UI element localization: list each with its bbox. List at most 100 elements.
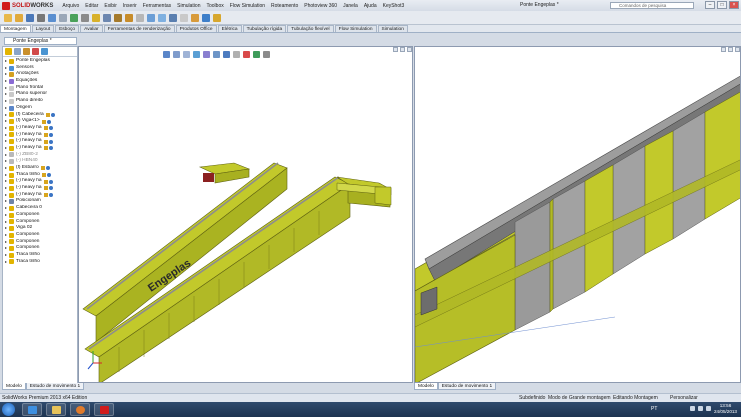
tray-arrow-icon[interactable] — [690, 406, 695, 411]
feature-tree-item[interactable]: ▸ (-) heavy ha — [5, 178, 77, 185]
mate-icon[interactable] — [103, 13, 111, 22]
menu-item-roteamento[interactable]: Roteamento — [268, 3, 301, 9]
feature-tree-item[interactable]: ▸ Anotações — [5, 71, 77, 78]
feature-tree-item[interactable]: ▸ Traca trilho — [5, 252, 77, 259]
feature-tree-item[interactable]: ▸ (f) Cabeceira — [5, 112, 77, 119]
menu-item-flow-simulation[interactable]: Flow Simulation — [227, 3, 268, 9]
feature-tree-item[interactable]: ▸ Componen — [5, 212, 77, 219]
bottom-tab-estudo-de-movimento-1[interactable]: Estudo de movimento 1 — [25, 383, 85, 390]
menu-item-arquivo[interactable]: Arquivo — [59, 3, 82, 9]
menu-item-inserir[interactable]: Inserir — [120, 3, 140, 9]
feature-tree-item[interactable]: ▸ Plano direito — [5, 98, 77, 105]
maximize-button[interactable]: □ — [717, 1, 727, 9]
bottom-tab-estudo-de-movimento-1[interactable]: Estudo de movimento 1 — [437, 383, 497, 390]
new-icon[interactable] — [4, 13, 12, 22]
tab-montagem[interactable]: Montagem — [0, 25, 31, 32]
configuration-manager-tab-icon[interactable] — [23, 48, 30, 55]
feature-tree-item[interactable]: ▸ Viga 02 — [5, 225, 77, 232]
feature-tree-item[interactable]: ▸ (-) heavy ha — [5, 125, 77, 132]
search-commands-input[interactable]: Comandos de pesquisa — [610, 2, 694, 9]
feature-manager-tab-icon[interactable] — [5, 48, 12, 55]
network-icon[interactable] — [698, 406, 703, 411]
select-icon[interactable] — [59, 13, 67, 22]
tab-avaliar[interactable]: Avaliar — [80, 25, 103, 32]
smart-fasteners-icon[interactable] — [114, 13, 122, 22]
start-button[interactable] — [2, 403, 15, 416]
insert-component-icon[interactable] — [92, 13, 100, 22]
feature-tree-item[interactable]: ▸ Componen — [5, 239, 77, 246]
feature-tree-item[interactable]: ▸ Componen — [5, 219, 77, 226]
feature-tree-item[interactable]: ▸ Componen — [5, 232, 77, 239]
instant3d-icon[interactable] — [202, 13, 210, 22]
new-motion-study-icon[interactable] — [169, 13, 177, 22]
open-icon[interactable] — [15, 13, 23, 22]
bill-of-materials-icon[interactable] — [180, 13, 188, 22]
menu-item-janela[interactable]: Janela — [340, 3, 361, 9]
dimxpert-tab-icon[interactable] — [32, 48, 39, 55]
feature-tree-item[interactable]: ▸ Equações — [5, 78, 77, 85]
feature-tree-item[interactable]: ▸ Traca trilho — [5, 259, 77, 266]
graphics-viewport-right[interactable] — [414, 46, 741, 383]
print-icon[interactable] — [37, 13, 45, 22]
feature-tree-item[interactable]: ▸ (-) heavy ha — [5, 185, 77, 192]
feature-tree-item[interactable]: ▸ Ponte Engeplas — [5, 58, 77, 65]
menu-item-toolbox[interactable]: Toolbox — [203, 3, 226, 9]
feature-tree-item[interactable]: ▸ Plano superior — [5, 91, 77, 98]
exploded-view-icon[interactable] — [191, 13, 199, 22]
tab-flow-simulation[interactable]: Flow Simulation — [334, 25, 377, 32]
taskbar-explorer[interactable] — [46, 403, 66, 416]
menu-item-photoview-360[interactable]: Photoview 360 — [301, 3, 340, 9]
volume-icon[interactable] — [706, 406, 711, 411]
feature-tree-item[interactable]: ▸ Componen — [5, 245, 77, 252]
tab-tubula-o-r-gida[interactable]: Tubulação rígida — [242, 25, 287, 32]
solidworks-logo[interactable]: SOLID WORKS — [0, 0, 55, 11]
menu-item-editar[interactable]: Editar — [82, 3, 101, 9]
tab-el-trica[interactable]: Elétrica — [217, 25, 242, 32]
taskbar-ie[interactable] — [22, 403, 42, 416]
tab-produtos-office[interactable]: Produtos Office — [175, 25, 217, 32]
menu-item-ajuda[interactable]: Ajuda — [361, 3, 380, 9]
taskbar-solidworks[interactable] — [94, 403, 114, 416]
feature-tree-item[interactable]: ▸ Sensors — [5, 65, 77, 72]
feature-tree-item[interactable]: ▸ (-) heavy ha — [5, 132, 77, 139]
feature-tree-item[interactable]: ▸ Traca trilho — [5, 172, 77, 179]
taskbar-clock[interactable]: 13:56 24/05/2013 — [714, 403, 737, 415]
property-manager-tab-icon[interactable] — [14, 48, 21, 55]
minimize-button[interactable]: – — [705, 1, 715, 9]
tab-simulation[interactable]: Simulation — [377, 25, 408, 32]
taskbar-firefox[interactable] — [70, 403, 90, 416]
feature-tree-item[interactable]: ▸ Posicionam — [5, 198, 77, 205]
input-language[interactable]: PT — [651, 406, 657, 412]
assembly-features-icon[interactable] — [147, 13, 155, 22]
feature-tree-item[interactable]: ▸ Origem — [5, 105, 77, 112]
feature-tree-item[interactable]: ▸ (-) ZB80-2 — [5, 152, 77, 159]
tab-tubula-o-flex-vel[interactable]: Tubulação flexível — [287, 25, 334, 32]
tab-ferramentas-de-renderiza-o[interactable]: Ferramentas de renderização — [103, 25, 175, 32]
feature-tree-item[interactable]: ▸ Cabeceira 0 — [5, 205, 77, 212]
reference-geometry-icon[interactable] — [158, 13, 166, 22]
feature-tree-item[interactable]: ▸ (-) heavy ha — [5, 192, 77, 199]
feature-tree-item[interactable]: ▸ (f) Viga<1> — [5, 118, 77, 125]
graphics-viewport-left[interactable]: Engeplas — [78, 46, 413, 383]
move-component-icon[interactable] — [125, 13, 133, 22]
rebuild-icon[interactable] — [70, 13, 78, 22]
bottom-tab-modelo[interactable]: Modelo — [414, 383, 438, 390]
display-manager-tab-icon[interactable] — [41, 48, 48, 55]
tab-layout[interactable]: Layout — [31, 25, 55, 32]
undo-icon[interactable] — [48, 13, 56, 22]
feature-tree-item[interactable]: ▸ (-) heavy ha — [5, 145, 77, 152]
save-icon[interactable] — [26, 13, 34, 22]
show-hidden-icon[interactable] — [136, 13, 144, 22]
tab-esbo-o[interactable]: Esboço — [55, 25, 80, 32]
menu-item-simulation[interactable]: Simulation — [174, 3, 203, 9]
feature-tree-item[interactable]: ▸ (-) HBN40 — [5, 158, 77, 165]
bottom-tab-modelo[interactable]: Modelo — [2, 383, 26, 390]
feature-tree-item[interactable]: ▸ (-) heavy ha — [5, 138, 77, 145]
feature-tree-item[interactable]: ▸ Plano frontal — [5, 85, 77, 92]
close-button[interactable]: × — [729, 1, 739, 9]
menu-item-keyshot3[interactable]: KeyShot3 — [380, 3, 408, 9]
options-icon[interactable] — [81, 13, 89, 22]
large-assembly-icon[interactable] — [213, 13, 221, 22]
menu-item-exibir[interactable]: Exibir — [101, 3, 120, 9]
menu-item-ferramentas[interactable]: Ferramentas — [140, 3, 174, 9]
